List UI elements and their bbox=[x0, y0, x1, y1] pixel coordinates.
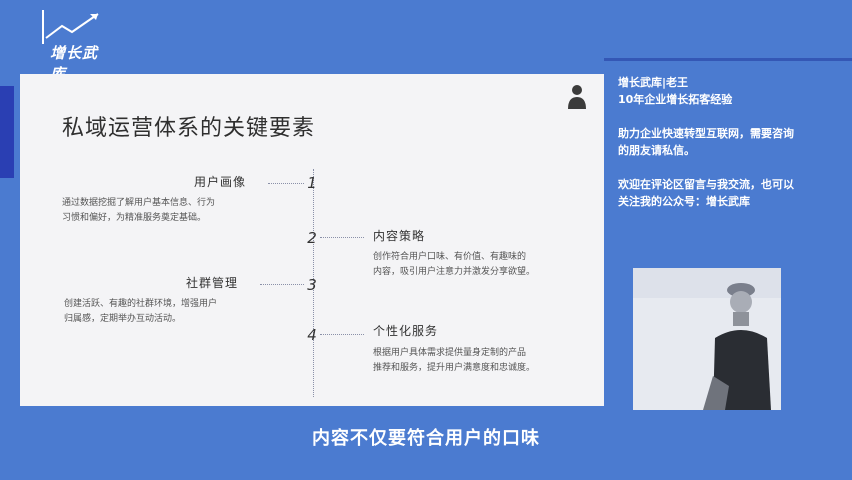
presenter-silhouette bbox=[633, 268, 781, 410]
timeline-connector bbox=[320, 334, 364, 335]
presenter-avatar-icon bbox=[568, 85, 586, 109]
info-text: 关注我的公众号：增长武库 bbox=[618, 195, 750, 208]
brand-logo: 增长武库 bbox=[40, 8, 112, 83]
decorative-stripe bbox=[0, 86, 14, 178]
info-text: 助力企业快速转型互联网，需要咨询 bbox=[618, 127, 794, 140]
author-experience: 10年企业增长拓客经验 bbox=[618, 93, 733, 106]
item-desc: 根据用户具体需求提供量身定制的产品 推荐和服务，提升用户满意度和忠诚度。 bbox=[373, 348, 536, 373]
step-number: 1 bbox=[307, 174, 317, 192]
info-text: 欢迎在评论区留言与我交流，也可以 bbox=[618, 178, 794, 191]
author-info-panel: 增长武库|老王 10年企业增长拓客经验 助力企业快速转型互联网，需要咨询 的朋友… bbox=[618, 74, 850, 210]
presentation-slide: 私域运营体系的关键要素 1 用户画像 通过数据挖掘了解用户基本信息、行为 习惯和… bbox=[20, 74, 604, 406]
timeline-connector bbox=[320, 237, 364, 238]
decorative-rule bbox=[604, 58, 852, 61]
item-desc: 创作符合用户口味、有价值、有趣味的 内容，吸引用户注意力并激发分享欲望。 bbox=[373, 252, 536, 277]
step-number: 3 bbox=[307, 276, 317, 294]
item-title-user-profile: 用户画像 bbox=[194, 175, 247, 189]
item-title-personalized-service: 个性化服务 bbox=[373, 324, 439, 338]
item-title-community: 社群管理 bbox=[186, 276, 239, 290]
info-text: 的朋友请私信。 bbox=[618, 144, 695, 157]
video-subtitle: 内容不仅要符合用户的口味 bbox=[312, 428, 540, 449]
item-title-content-strategy: 内容策略 bbox=[373, 229, 426, 243]
item-desc: 通过数据挖掘了解用户基本信息、行为 习惯和偏好，为精准服务奠定基础。 bbox=[62, 198, 216, 223]
author-name: 增长武库|老王 bbox=[618, 76, 689, 89]
slide-title: 私域运营体系的关键要素 bbox=[62, 116, 316, 141]
step-number: 2 bbox=[307, 229, 317, 247]
item-desc: 创建活跃、有趣的社群环境，增强用户 归属感，定期举办互动活动。 bbox=[64, 299, 218, 324]
presenter-video bbox=[633, 268, 781, 410]
step-number: 4 bbox=[307, 326, 317, 344]
